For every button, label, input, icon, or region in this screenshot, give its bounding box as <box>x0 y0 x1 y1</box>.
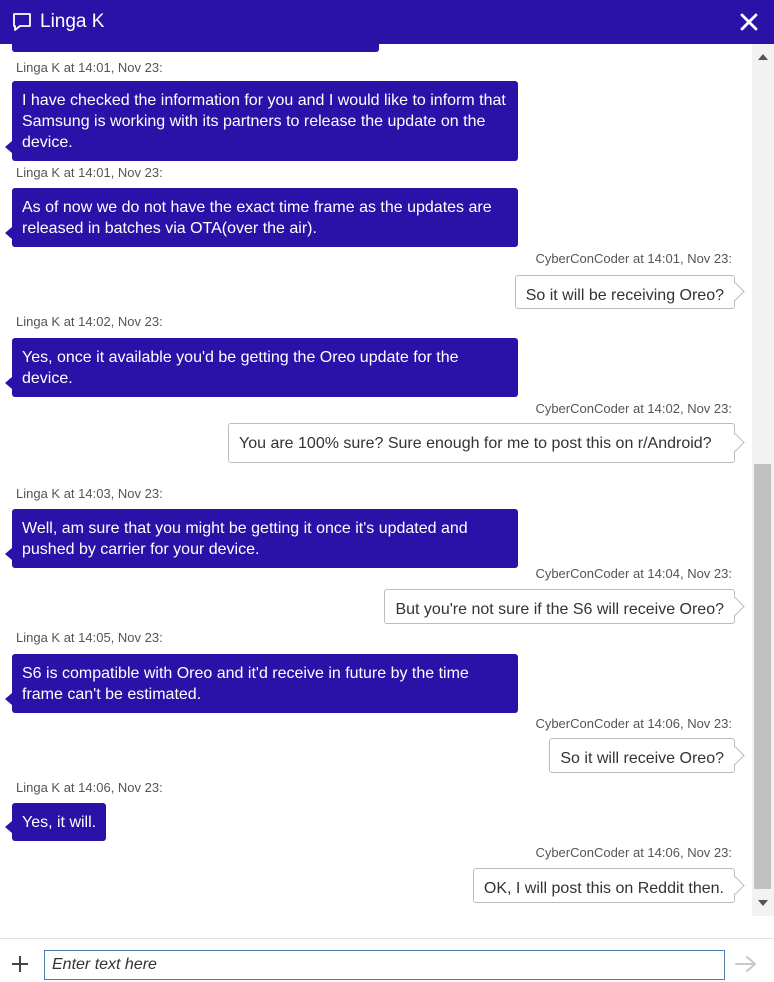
message-meta: CyberConCoder at 14:02, Nov 23: <box>535 401 732 416</box>
chat-title: Linga K <box>40 11 105 32</box>
message-meta: CyberConCoder at 14:06, Nov 23: <box>535 845 732 860</box>
scroll-down-arrow-icon[interactable] <box>758 900 768 906</box>
scrollbar-thumb[interactable] <box>754 464 771 889</box>
message-composer <box>0 938 774 982</box>
vertical-scrollbar[interactable] <box>752 44 774 916</box>
previous-message-fragment <box>12 44 379 52</box>
chat-bubble-icon <box>13 13 31 31</box>
message-meta: Linga K at 14:03, Nov 23: <box>16 486 163 501</box>
message-meta: Linga K at 14:05, Nov 23: <box>16 630 163 645</box>
user-message: OK, I will post this on Reddit then. <box>472 868 735 903</box>
message-meta: Linga K at 14:02, Nov 23: <box>16 314 163 329</box>
agent-message: Yes, once it available you'd be getting … <box>5 338 518 397</box>
message-list[interactable]: Linga K at 14:01, Nov 23: I have checked… <box>0 44 752 916</box>
message-input[interactable] <box>44 950 725 980</box>
scroll-up-arrow-icon[interactable] <box>758 54 768 60</box>
message-meta: CyberConCoder at 14:01, Nov 23: <box>535 251 732 266</box>
message-meta: CyberConCoder at 14:06, Nov 23: <box>535 716 732 731</box>
user-message: So it will be receiving Oreo? <box>514 275 735 309</box>
chat-header: Linga K <box>0 0 774 44</box>
message-meta: Linga K at 14:01, Nov 23: <box>16 165 163 180</box>
close-icon[interactable] <box>736 9 762 35</box>
message-meta: CyberConCoder at 14:04, Nov 23: <box>535 566 732 581</box>
agent-message: S6 is compatible with Oreo and it'd rece… <box>5 654 518 713</box>
message-meta: Linga K at 14:06, Nov 23: <box>16 780 163 795</box>
send-arrow-icon[interactable] <box>734 954 758 974</box>
message-meta: Linga K at 14:01, Nov 23: <box>16 60 163 75</box>
agent-message: Yes, it will. <box>4 803 107 841</box>
agent-message: As of now we do not have the exact time … <box>5 188 518 247</box>
agent-message: Well, am sure that you might be getting … <box>5 509 518 568</box>
user-message: So it will receive Oreo? <box>549 738 735 773</box>
agent-message: I have checked the information for you a… <box>5 81 518 161</box>
plus-icon[interactable] <box>10 954 30 974</box>
user-message: But you're not sure if the S6 will recei… <box>384 589 735 624</box>
user-message: You are 100% sure? Sure enough for me to… <box>228 423 735 463</box>
